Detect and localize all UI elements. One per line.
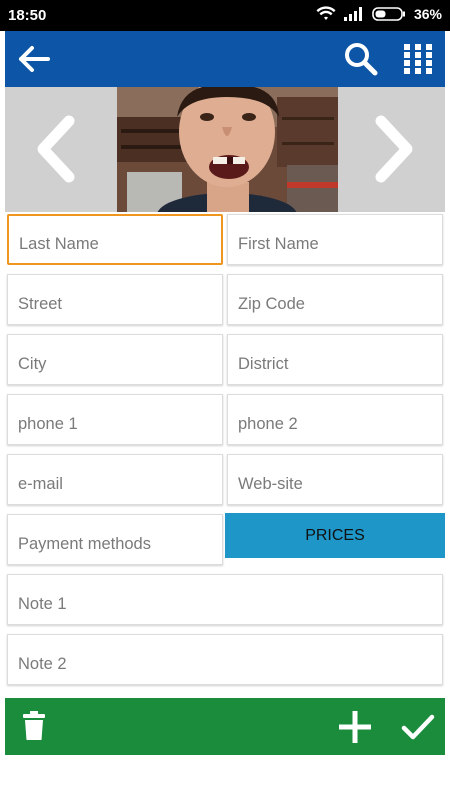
city-field[interactable] bbox=[8, 335, 222, 384]
district-field-wrapper bbox=[227, 334, 443, 385]
note1-field[interactable] bbox=[8, 575, 442, 624]
prices-button[interactable]: PRICES bbox=[225, 513, 445, 558]
contact-photo bbox=[117, 87, 338, 212]
grid-menu-icon[interactable] bbox=[403, 43, 433, 75]
chevron-left-icon[interactable] bbox=[5, 87, 113, 212]
note2-field[interactable] bbox=[8, 635, 442, 684]
trash-icon[interactable] bbox=[23, 711, 45, 741]
payment-methods-field-wrapper bbox=[7, 514, 223, 565]
district-field[interactable] bbox=[228, 335, 442, 384]
payment-methods-field[interactable] bbox=[8, 515, 222, 564]
checkmark-icon[interactable] bbox=[401, 713, 435, 741]
note2-field-wrapper bbox=[7, 634, 443, 685]
note1-field-wrapper bbox=[7, 574, 443, 625]
phone2-field-wrapper bbox=[227, 394, 443, 445]
plus-icon[interactable] bbox=[339, 711, 371, 743]
search-icon[interactable] bbox=[343, 41, 379, 77]
phone1-field[interactable] bbox=[8, 395, 222, 444]
last-name-field-wrapper bbox=[7, 214, 223, 265]
phone1-field-wrapper bbox=[7, 394, 223, 445]
last-name-field[interactable] bbox=[9, 216, 221, 263]
city-field-wrapper bbox=[7, 334, 223, 385]
website-field[interactable] bbox=[228, 455, 442, 504]
back-arrow-icon[interactable] bbox=[17, 43, 51, 75]
battery-percent: 36% bbox=[413, 6, 442, 22]
bottom-action-bar bbox=[5, 698, 445, 755]
email-field[interactable] bbox=[8, 455, 222, 504]
street-field-wrapper bbox=[7, 274, 223, 325]
chevron-right-icon[interactable] bbox=[337, 87, 445, 212]
email-field-wrapper bbox=[7, 454, 223, 505]
zip-code-field[interactable] bbox=[228, 275, 442, 324]
first-name-field[interactable] bbox=[228, 215, 442, 264]
wifi-icon bbox=[316, 6, 336, 20]
first-name-field-wrapper bbox=[227, 214, 443, 265]
status-time: 18:50 bbox=[8, 7, 47, 24]
street-field[interactable] bbox=[8, 275, 222, 324]
photo-carousel bbox=[5, 87, 445, 212]
app-bar bbox=[5, 31, 445, 87]
status-bar: 18:50 36% bbox=[0, 0, 450, 31]
website-field-wrapper bbox=[227, 454, 443, 505]
status-icons: 36% bbox=[316, 6, 442, 22]
battery-icon bbox=[372, 7, 405, 21]
phone2-field[interactable] bbox=[228, 395, 442, 444]
signal-icon bbox=[343, 7, 362, 21]
zip-code-field-wrapper bbox=[227, 274, 443, 325]
